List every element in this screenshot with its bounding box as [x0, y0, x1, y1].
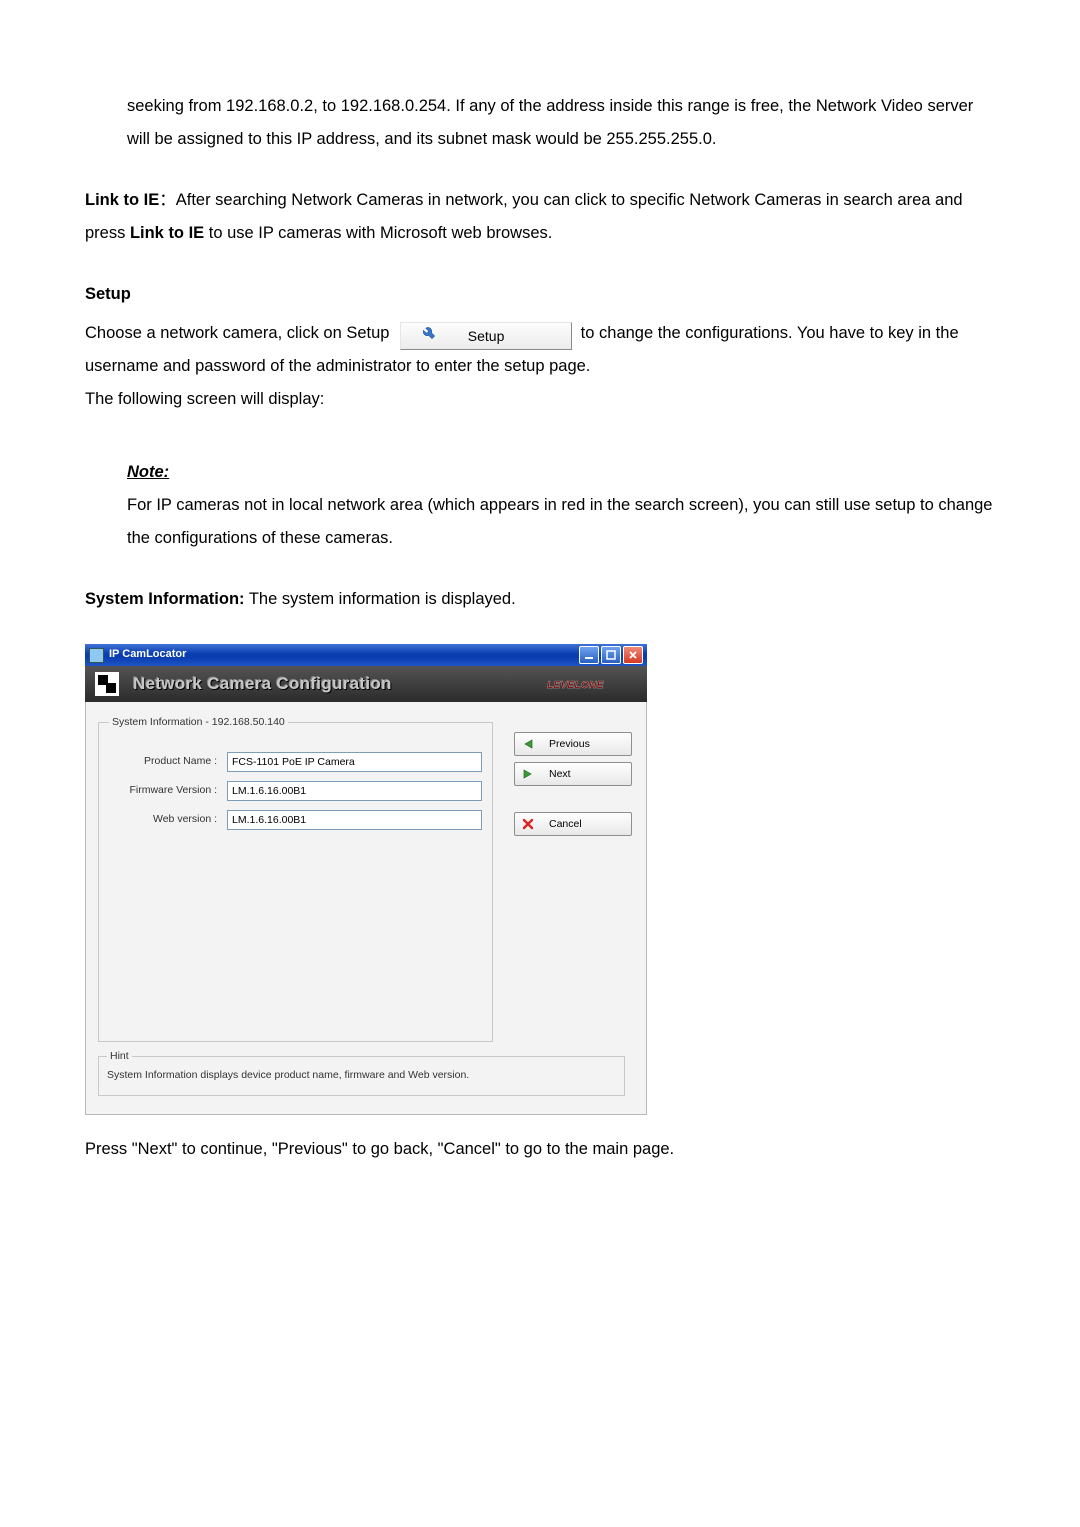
- maximize-button[interactable]: [601, 646, 621, 664]
- input-web-version[interactable]: LM.1.6.16.00B1: [227, 810, 482, 830]
- next-label: Next: [549, 768, 571, 781]
- footer-instruction: Press "Next" to continue, "Previous" to …: [85, 1133, 995, 1166]
- previous-button[interactable]: Previous: [514, 732, 632, 756]
- setup-line-a: Choose a network camera, click on Setup: [85, 324, 394, 342]
- close-button[interactable]: [623, 646, 643, 664]
- row-web-version: Web version : LM.1.6.16.00B1: [109, 810, 482, 830]
- wrench-icon: [420, 327, 436, 343]
- window-titlebar: IP CamLocator: [85, 644, 647, 666]
- link-to-ie-label: Link to IE: [85, 191, 159, 209]
- link-to-ie-body-b: to use IP cameras with Microsoft web bro…: [204, 224, 552, 242]
- config-window: IP CamLocator Network Camera Configurati…: [85, 644, 647, 1115]
- setup-heading: Setup: [85, 278, 995, 311]
- window-body: System Information - 192.168.50.140 Prod…: [85, 702, 647, 1115]
- cancel-button[interactable]: Cancel: [514, 812, 632, 836]
- brand-logo: LEVELONE: [547, 674, 637, 694]
- sysinfo-label: System Information:: [85, 590, 245, 608]
- input-firmware-version[interactable]: LM.1.6.16.00B1: [227, 781, 482, 801]
- system-information-line: System Information: The system informati…: [85, 583, 995, 616]
- setup-line-1: Choose a network camera, click on Setup …: [85, 317, 995, 383]
- input-product-name[interactable]: FCS-1101 PoE IP Camera: [227, 752, 482, 772]
- minimize-icon: [584, 650, 594, 660]
- paragraph-ip-range: seeking from 192.168.0.2, to 192.168.0.2…: [85, 90, 995, 156]
- nav-buttons: Previous Next Cancel: [514, 732, 632, 836]
- close-icon: [628, 650, 638, 660]
- system-information-fieldset: System Information - 192.168.50.140 Prod…: [98, 716, 493, 1042]
- note-body: For IP cameras not in local network area…: [85, 489, 995, 555]
- banner: Network Camera Configuration LEVELONE: [85, 666, 647, 702]
- maximize-icon: [606, 650, 616, 660]
- banner-title: Network Camera Configuration: [133, 674, 392, 694]
- hint-legend: Hint: [107, 1050, 132, 1063]
- label-firmware-version: Firmware Version :: [109, 784, 227, 797]
- next-button[interactable]: Next: [514, 762, 632, 786]
- hint-fieldset: Hint System Information displays device …: [98, 1050, 625, 1096]
- row-product-name: Product Name : FCS-1101 PoE IP Camera: [109, 752, 482, 772]
- minimize-button[interactable]: [579, 646, 599, 664]
- previous-label: Previous: [549, 738, 590, 751]
- setup-button-label: Setup: [468, 328, 505, 344]
- setup-line-c: The following screen will display:: [85, 383, 995, 416]
- label-web-version: Web version :: [109, 813, 227, 826]
- logo-icon: [95, 672, 119, 696]
- cancel-label: Cancel: [549, 818, 582, 831]
- link-to-ie-bold: Link to IE: [130, 224, 204, 242]
- note-heading: Note:: [85, 456, 995, 489]
- hint-text: System Information displays device produ…: [107, 1069, 616, 1082]
- sysinfo-legend: System Information - 192.168.50.140: [109, 716, 288, 729]
- sysinfo-text: The system information is displayed.: [245, 590, 516, 608]
- arrow-right-icon: [521, 767, 535, 781]
- label-product-name: Product Name :: [109, 755, 227, 768]
- link-to-ie-sep: ：: [159, 191, 176, 209]
- row-firmware-version: Firmware Version : LM.1.6.16.00B1: [109, 781, 482, 801]
- window-title: IP CamLocator: [109, 648, 579, 661]
- app-icon: [89, 648, 104, 663]
- paragraph-link-to-ie: Link to IE：After searching Network Camer…: [85, 184, 995, 250]
- setup-button-inline[interactable]: Setup: [400, 322, 572, 350]
- svg-text:LEVELONE: LEVELONE: [547, 679, 605, 691]
- arrow-left-icon: [521, 737, 535, 751]
- cancel-x-icon: [521, 817, 535, 831]
